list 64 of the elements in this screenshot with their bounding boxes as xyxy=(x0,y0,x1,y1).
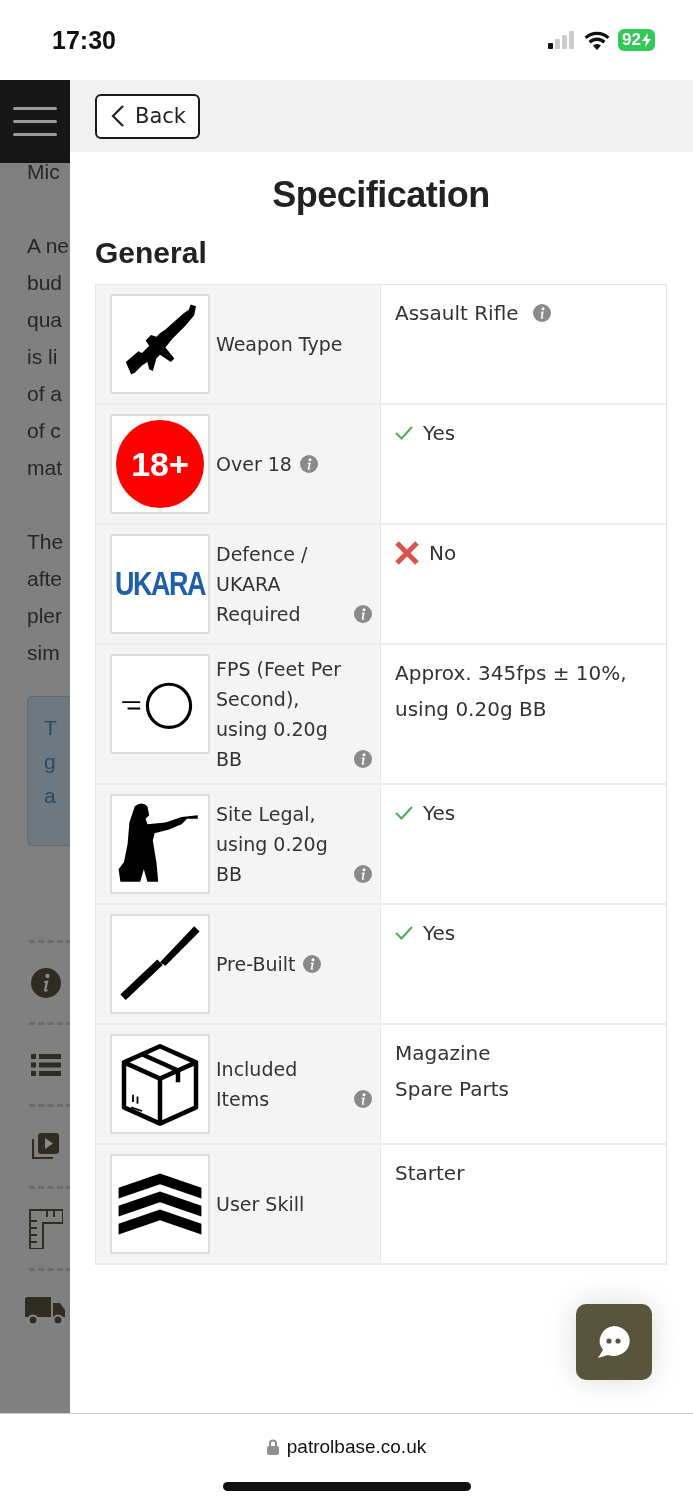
info-icon[interactable] xyxy=(532,304,551,322)
spec-value: Assault Rifle xyxy=(395,300,519,327)
truck-icon[interactable] xyxy=(24,1296,67,1325)
thumbnail-icon xyxy=(110,794,210,894)
info-icon[interactable] xyxy=(354,750,372,768)
status-time: 17:30 xyxy=(52,25,116,55)
note-text: g xyxy=(44,749,56,775)
note-text: a xyxy=(44,783,56,809)
info-icon[interactable] xyxy=(303,955,322,973)
spec-value: Magazine xyxy=(395,1040,491,1067)
spec-label: Defence / UKARA Required xyxy=(216,542,309,627)
page-text: mat xyxy=(27,456,62,479)
page-text: A ne xyxy=(27,234,70,257)
logo-thumbnail: 18+ xyxy=(110,414,210,514)
thumbnail-icon xyxy=(110,294,210,394)
spec-value: Approx. 345fps ± 10%, using 0.20g BB xyxy=(395,660,628,723)
info-icon[interactable] xyxy=(354,865,372,883)
page-text: sim xyxy=(27,641,60,664)
section-heading: General xyxy=(95,236,208,270)
ruler-icon[interactable] xyxy=(28,1208,63,1249)
page-text: of a xyxy=(27,382,63,405)
thumbnail-icon xyxy=(110,654,210,754)
info-icon[interactable] xyxy=(299,455,318,473)
page-text: qua xyxy=(27,308,63,331)
spec-value: Yes xyxy=(423,800,456,827)
signal-icon xyxy=(548,31,577,49)
info-icon[interactable] xyxy=(354,605,372,623)
logo-thumbnail: UKARA xyxy=(110,534,210,634)
page-text: Mic xyxy=(27,163,60,183)
spec-label: Over 18 xyxy=(216,452,292,477)
note-text: T xyxy=(44,715,57,741)
chat-button[interactable] xyxy=(576,1304,652,1380)
url-text[interactable]: patrolbase.co.uk xyxy=(286,1436,427,1458)
battery-icon: 92 xyxy=(618,29,655,51)
spec-value: No xyxy=(429,540,457,567)
info-icon[interactable] xyxy=(30,967,61,998)
spec-label: Site Legal, using 0.20g BB xyxy=(216,802,329,887)
page-text: afte xyxy=(27,567,63,590)
page-text: of c xyxy=(27,419,61,442)
page-text: pler xyxy=(27,604,63,627)
thumbnail-icon xyxy=(110,1154,210,1254)
wifi-icon xyxy=(584,30,611,50)
spec-label: Weapon Type xyxy=(216,332,343,357)
spec-value: Yes xyxy=(423,920,456,947)
page-text: bud xyxy=(27,271,63,294)
thumbnail-icon xyxy=(110,914,210,1014)
video-library-icon[interactable] xyxy=(32,1133,59,1160)
spec-value: Starter xyxy=(395,1160,465,1187)
lock-icon xyxy=(266,1439,279,1455)
chevron-left-icon xyxy=(111,105,125,127)
spec-label: Pre-Built xyxy=(216,952,296,977)
menu-icon[interactable] xyxy=(13,106,57,137)
back-button[interactable]: Back xyxy=(95,93,200,139)
info-icon[interactable] xyxy=(354,1090,372,1108)
page-text: The xyxy=(27,530,64,553)
spec-value: Spare Parts xyxy=(395,1076,509,1103)
list-icon[interactable] xyxy=(30,1053,61,1076)
spec-label: Included Items xyxy=(216,1057,299,1112)
spec-value: Yes xyxy=(423,420,456,447)
spec-label: User Skill xyxy=(216,1192,305,1217)
page-title: Specification xyxy=(271,174,491,216)
thumbnail-icon xyxy=(110,1034,210,1134)
page-text: is li xyxy=(27,345,58,368)
spec-label: FPS (Feet Per Second), using 0.20g BB xyxy=(216,657,342,772)
